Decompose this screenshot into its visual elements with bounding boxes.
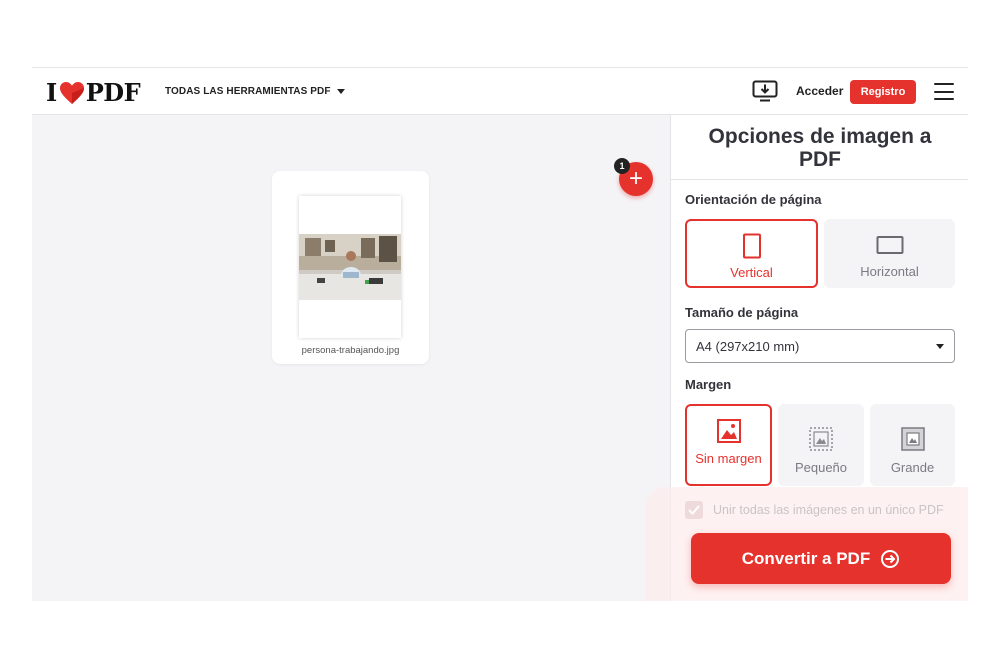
all-tools-label: TODAS LAS HERRAMIENTAS PDF	[165, 86, 331, 97]
orientation-label: Orientación de página	[685, 192, 822, 207]
convert-to-pdf-button[interactable]: Convertir a PDF	[691, 533, 951, 584]
margin-label: Margen	[685, 377, 732, 392]
uploaded-photo	[299, 234, 401, 300]
ilovepdf-logo[interactable]: I PDF	[46, 78, 141, 107]
options-panel: Opciones de imagen a PDF Orientación de …	[645, 115, 968, 601]
panel-divider	[671, 179, 968, 180]
convert-button-label: Convertir a PDF	[741, 548, 871, 568]
all-tools-dropdown[interactable]: TODAS LAS HERRAMIENTAS PDF	[165, 86, 345, 97]
file-count-badge: 1	[614, 158, 630, 174]
panel-title: Opciones de imagen a PDF	[708, 125, 932, 171]
register-button-label: Registro	[860, 86, 906, 98]
margin-large-label: Grande	[890, 460, 935, 475]
no-margin-icon	[716, 419, 741, 443]
orientation-horizontal-label: Horizontal	[860, 264, 919, 279]
orientation-vertical-option[interactable]: Vertical	[685, 219, 818, 288]
large-margin-icon	[900, 427, 925, 451]
caret-down-icon	[936, 344, 944, 349]
small-margin-icon	[809, 427, 833, 451]
file-card[interactable]: persona-trabajando.jpg	[272, 171, 429, 364]
margin-none-option[interactable]: Sin margen	[685, 404, 772, 486]
page-size-value: A4 (297x210 mm)	[696, 338, 800, 354]
caret-down-icon	[336, 89, 345, 94]
register-button[interactable]: Registro	[850, 80, 916, 104]
plus-icon: +	[628, 165, 643, 192]
app-frame: I PDF TODAS LAS HERRAMIENTAS PDF Acceder…	[32, 67, 968, 601]
hamburger-menu-icon[interactable]	[934, 83, 954, 100]
page-size-select[interactable]: A4 (297x210 mm)	[685, 329, 955, 363]
merge-checkbox-row[interactable]: Unir todas las imágenes en un único PDF	[685, 501, 944, 519]
portrait-page-icon	[742, 233, 761, 259]
merge-label: Unir todas las imágenes en un único PDF	[713, 503, 944, 517]
page-size-label: Tamaño de página	[685, 305, 799, 320]
check-icon	[688, 505, 700, 515]
top-navbar: I PDF TODAS LAS HERRAMIENTAS PDF Acceder…	[32, 67, 968, 115]
landscape-page-icon	[876, 236, 903, 254]
logo-text-pdf: PDF	[85, 78, 141, 107]
page-thumbnail	[299, 196, 401, 338]
desktop-download-icon[interactable]	[752, 80, 778, 102]
orientation-vertical-label: Vertical	[730, 265, 773, 280]
orientation-horizontal-option[interactable]: Horizontal	[824, 219, 955, 288]
margin-large-option[interactable]: Grande	[870, 404, 955, 486]
file-name: persona-trabajando.jpg	[301, 345, 400, 356]
merge-checkbox[interactable]	[685, 501, 703, 519]
arrow-circle-right-icon	[881, 549, 900, 568]
heart-icon	[59, 81, 84, 104]
margin-small-label: Pequeño	[794, 460, 848, 475]
login-link[interactable]: Acceder	[796, 84, 843, 98]
margin-small-option[interactable]: Pequeño	[778, 404, 864, 486]
logo-text-i: I	[46, 78, 57, 107]
margin-none-label: Sin margen	[695, 451, 762, 466]
